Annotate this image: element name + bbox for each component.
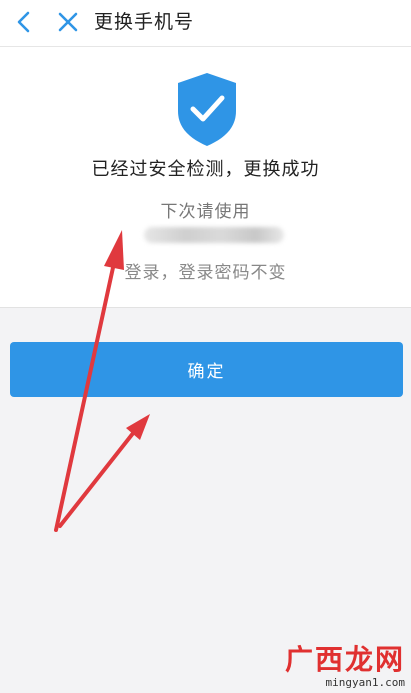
annotation-arrow-right [58,414,150,528]
success-message: 已经过安全检测，更换成功 [91,159,320,180]
result-panel: 已经过安全检测，更换成功 下次请使用 登录，登录密码不变 [0,47,411,308]
close-icon[interactable] [56,10,80,34]
chevron-left-icon[interactable] [12,10,36,34]
shield-check-icon [178,73,236,146]
login-hint-text: 登录，登录密码不变 [124,263,287,283]
watermark: 广西龙网 mingyan1.com [284,643,405,690]
confirm-button[interactable]: 确定 [10,342,403,397]
page-title: 更换手机号 [94,11,195,33]
nav-header: 更换手机号 [0,0,411,47]
watermark-url: mingyan1.com [325,676,405,689]
next-use-text: 下次请使用 [160,202,251,222]
watermark-site-name: 广西龙网 [284,643,405,676]
blurred-phone-number [144,227,284,243]
